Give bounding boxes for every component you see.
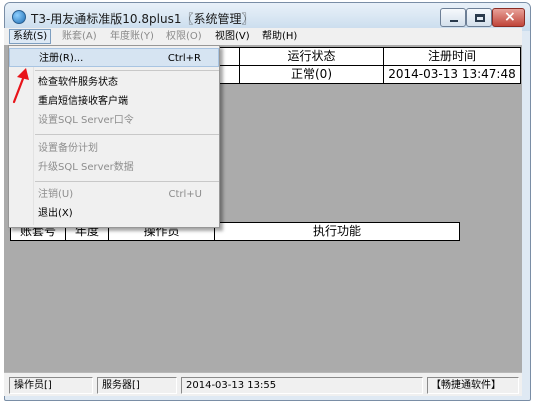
menu-item-label: 设置SQL Server口令 (38, 115, 134, 126)
column-header-function[interactable]: 执行功能 (214, 222, 460, 241)
menu-view[interactable]: 视图(V) (212, 29, 253, 44)
menu-item-upgrade-sql-data[interactable]: 升级SQL Server数据 (9, 158, 219, 177)
menu-item-label: 升级SQL Server数据 (38, 162, 134, 173)
menu-item-restart-sms-client[interactable]: 重启短信接收客户端 (9, 92, 219, 111)
menu-help[interactable]: 帮助(H) (259, 29, 300, 44)
title-bar[interactable]: T3-用友通标准版10.8plus1〖系统管理〗 × (5, 3, 530, 31)
menu-separator (35, 70, 219, 71)
arrow-head (17, 68, 29, 80)
table-cell-status[interactable]: 正常(0) (239, 65, 384, 84)
system-menu-dropdown: 注册(R)... Ctrl+R 检查软件服务状态 重启短信接收客户端 设置SQL… (8, 45, 220, 228)
menu-item-logout[interactable]: 注销(U) Ctrl+U (9, 185, 219, 204)
menu-item-label: 检查软件服务状态 (38, 77, 118, 88)
menu-item-label: 注册(R)... (39, 53, 84, 64)
column-header-register-time[interactable]: 注册时间 (383, 47, 521, 66)
close-button[interactable]: × (492, 8, 525, 27)
status-brand: 【畅捷通软件】 (427, 377, 519, 394)
status-bar: 操作员[] 服务器[] 2014-03-13 13:55 【畅捷通软件】 (4, 372, 522, 396)
menu-item-shortcut: Ctrl+R (167, 53, 201, 64)
status-operator: 操作员[] (9, 377, 93, 394)
menu-item-label: 注销(U) (38, 189, 74, 200)
menu-item-label: 重启短信接收客户端 (38, 96, 128, 107)
status-server: 服务器[] (97, 377, 177, 394)
close-icon: × (504, 9, 516, 25)
maximize-button[interactable] (466, 8, 492, 27)
menu-year-account[interactable]: 年度账(Y) (107, 29, 157, 44)
menu-item-check-service[interactable]: 检查软件服务状态 (9, 73, 219, 92)
menu-account[interactable]: 账套(A) (59, 29, 100, 44)
window-title: T3-用友通标准版10.8plus1〖系统管理〗 (31, 12, 254, 26)
menu-system[interactable]: 系统(S) (9, 29, 52, 44)
menu-item-set-sql-password[interactable]: 设置SQL Server口令 (9, 111, 219, 130)
table-cell-register-time[interactable]: 2014-03-13 13:47:48 (383, 65, 521, 84)
menu-item-label: 退出(X) (38, 208, 73, 219)
annotation-arrow-icon (12, 68, 29, 104)
column-header-status[interactable]: 运行状态 (239, 47, 384, 66)
app-logo-icon (12, 10, 26, 24)
status-datetime: 2014-03-13 13:55 (181, 377, 423, 394)
menu-separator (35, 181, 219, 182)
menu-permission[interactable]: 权限(O) (163, 29, 205, 44)
menu-separator (35, 134, 219, 135)
menu-item-label: 设置备份计划 (38, 143, 98, 154)
minimize-icon (450, 20, 458, 22)
maximize-icon (475, 14, 485, 22)
menu-bar: 系统(S) 账套(A) 年度账(Y) 权限(O) 视图(V) 帮助(H) (4, 28, 522, 45)
arrow-shaft (12, 74, 26, 104)
menu-item-register[interactable]: 注册(R)... Ctrl+R (9, 48, 219, 67)
menu-item-exit[interactable]: 退出(X) (9, 204, 219, 223)
menu-item-shortcut: Ctrl+U (168, 189, 203, 200)
minimize-button[interactable] (440, 8, 466, 27)
menu-item-backup-plan[interactable]: 设置备份计划 (9, 139, 219, 158)
